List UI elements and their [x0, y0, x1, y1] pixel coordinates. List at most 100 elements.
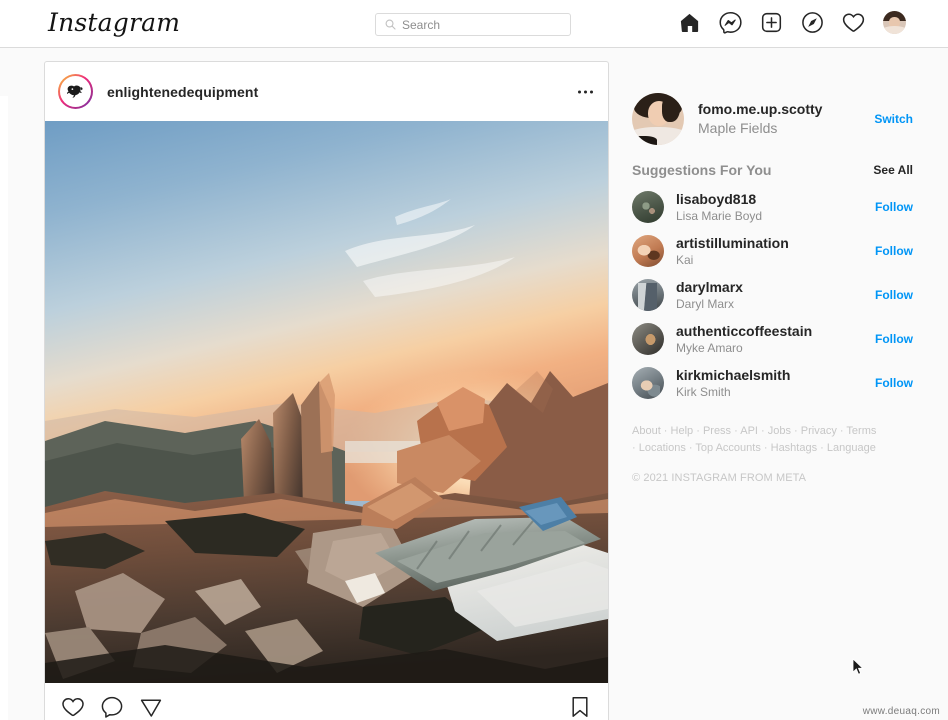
- footer-link-language[interactable]: Language: [827, 442, 876, 454]
- current-user-avatar[interactable]: [632, 93, 684, 145]
- follow-button[interactable]: Follow: [875, 244, 913, 258]
- footer-link-help[interactable]: Help: [671, 425, 694, 437]
- footer-copyright: © 2021 INSTAGRAM FROM META: [632, 472, 807, 485]
- suggestion-username[interactable]: kirkmichaelsmith: [676, 367, 790, 384]
- sep: ·: [685, 442, 696, 455]
- follow-button[interactable]: Follow: [875, 288, 913, 302]
- footer-links: About · Help · Press · API · Jobs · Priv…: [632, 423, 882, 457]
- post-image[interactable]: [45, 121, 608, 683]
- suggestion-text: darylmarx Daryl Marx: [676, 279, 743, 312]
- suggestion-text: authenticcoffeestain Myke Amaro: [676, 323, 812, 356]
- bison-logo-avatar: [61, 77, 90, 106]
- post-image-artwork: [45, 121, 608, 683]
- footer-link-terms[interactable]: Terms: [846, 425, 876, 437]
- suggestion-fullname: Kirk Smith: [676, 384, 731, 399]
- current-user-fullname: Maple Fields: [698, 119, 778, 136]
- post-save-button[interactable]: [568, 695, 592, 719]
- footer-link-press[interactable]: Press: [703, 425, 731, 437]
- instagram-logo[interactable]: Instagram: [48, 8, 180, 37]
- avatar-photo: [632, 235, 664, 267]
- sep: ·: [760, 442, 771, 455]
- sidebar-footer: About · Help · Press · API · Jobs · Priv…: [632, 423, 927, 484]
- search-icon: [385, 19, 396, 30]
- suggestion-avatar[interactable]: [632, 191, 664, 223]
- suggestion-avatar[interactable]: [632, 235, 664, 267]
- current-user-username[interactable]: fomo.me.up.scotty: [698, 101, 822, 119]
- avatar-photo: [632, 367, 664, 399]
- footer-link-jobs[interactable]: Jobs: [768, 425, 791, 437]
- explore-compass-icon[interactable]: [801, 11, 824, 34]
- dot: [584, 90, 587, 93]
- footer-link-hashtags[interactable]: Hashtags: [771, 442, 817, 454]
- suggestion-avatar[interactable]: [632, 367, 664, 399]
- avatar-photo: [632, 279, 664, 311]
- list-item[interactable]: kirkmichaelsmith Kirk Smith Follow: [632, 361, 927, 405]
- list-item[interactable]: lisaboyd818 Lisa Marie Boyd Follow: [632, 185, 927, 229]
- sep: ·: [817, 442, 827, 455]
- footer-link-privacy[interactable]: Privacy: [801, 425, 837, 437]
- post-header: enlightenedequipment: [45, 62, 608, 121]
- avatar-hair-side: [662, 96, 680, 123]
- avatar-photo: [632, 323, 664, 355]
- nav-icon-group: [678, 11, 906, 34]
- suggestion-text: artistillumination Kai: [676, 235, 789, 268]
- feed-post-card: enlightenedequipment: [44, 61, 609, 720]
- new-post-icon[interactable]: [760, 11, 783, 34]
- instagram-app-window: Instagram Search enlightenedequipment fo…: [0, 0, 948, 720]
- suggestions-title: Suggestions For You: [632, 162, 772, 178]
- page-content: enlightenedequipment fomo.me.up.scotty M…: [0, 48, 948, 720]
- search-input[interactable]: Search: [375, 13, 571, 36]
- avatar-shoulder: [632, 135, 657, 145]
- suggestion-username[interactable]: authenticcoffeestain: [676, 323, 812, 340]
- footer-link-top-accounts[interactable]: Top Accounts: [695, 442, 760, 454]
- list-item[interactable]: authenticcoffeestain Myke Amaro Follow: [632, 317, 927, 361]
- like-icon[interactable]: [61, 695, 85, 719]
- sep: ·: [791, 425, 801, 437]
- suggestion-username[interactable]: darylmarx: [676, 279, 743, 296]
- follow-button[interactable]: Follow: [875, 200, 913, 214]
- site-watermark: www.deuaq.com: [862, 706, 940, 717]
- sep: ·: [632, 442, 639, 455]
- suggestion-fullname: Myke Amaro: [676, 340, 743, 355]
- switch-account-button[interactable]: Switch: [874, 112, 913, 126]
- current-user-row[interactable]: fomo.me.up.scotty Maple Fields Switch: [632, 90, 927, 148]
- sep: ·: [757, 425, 768, 437]
- follow-button[interactable]: Follow: [875, 376, 913, 390]
- profile-avatar[interactable]: [883, 11, 906, 34]
- bison-logo-icon: [67, 85, 83, 98]
- post-author-username[interactable]: enlightenedequipment: [107, 84, 258, 100]
- suggestion-text: lisaboyd818 Lisa Marie Boyd: [676, 191, 762, 224]
- current-user-text: fomo.me.up.scotty Maple Fields: [698, 101, 822, 137]
- list-item[interactable]: artistillumination Kai Follow: [632, 229, 927, 273]
- share-icon[interactable]: [139, 695, 163, 719]
- comment-icon[interactable]: [100, 695, 124, 719]
- list-item[interactable]: darylmarx Daryl Marx Follow: [632, 273, 927, 317]
- footer-link-api[interactable]: API: [740, 425, 758, 437]
- top-navigation-bar: Instagram Search: [0, 0, 948, 48]
- suggestion-avatar[interactable]: [632, 279, 664, 311]
- suggestion-username[interactable]: artistillumination: [676, 235, 789, 252]
- left-gutter: [0, 96, 8, 720]
- follow-button[interactable]: Follow: [875, 332, 913, 346]
- activity-heart-icon[interactable]: [842, 11, 865, 34]
- sep: ·: [731, 425, 741, 437]
- suggestion-fullname: Daryl Marx: [676, 296, 735, 311]
- see-all-button[interactable]: See All: [873, 163, 913, 177]
- right-sidebar: fomo.me.up.scotty Maple Fields Switch Su…: [632, 90, 927, 484]
- save-bookmark-icon[interactable]: [568, 695, 592, 719]
- search-placeholder: Search: [402, 17, 441, 32]
- footer-link-about[interactable]: About: [632, 425, 661, 437]
- suggestions-header: Suggestions For You See All: [632, 162, 927, 178]
- post-more-options-button[interactable]: [578, 90, 593, 93]
- footer-link-locations[interactable]: Locations: [639, 442, 686, 454]
- suggestions-list: lisaboyd818 Lisa Marie Boyd Follow artis…: [632, 185, 927, 405]
- sep: ·: [660, 425, 671, 437]
- suggestion-fullname: Lisa Marie Boyd: [676, 208, 763, 223]
- sep: ·: [693, 425, 703, 437]
- suggestion-username[interactable]: lisaboyd818: [676, 191, 762, 208]
- post-author-avatar[interactable]: [58, 74, 93, 109]
- suggestion-avatar[interactable]: [632, 323, 664, 355]
- home-icon[interactable]: [678, 11, 701, 34]
- sep: ·: [836, 425, 847, 437]
- messenger-icon[interactable]: [719, 11, 742, 34]
